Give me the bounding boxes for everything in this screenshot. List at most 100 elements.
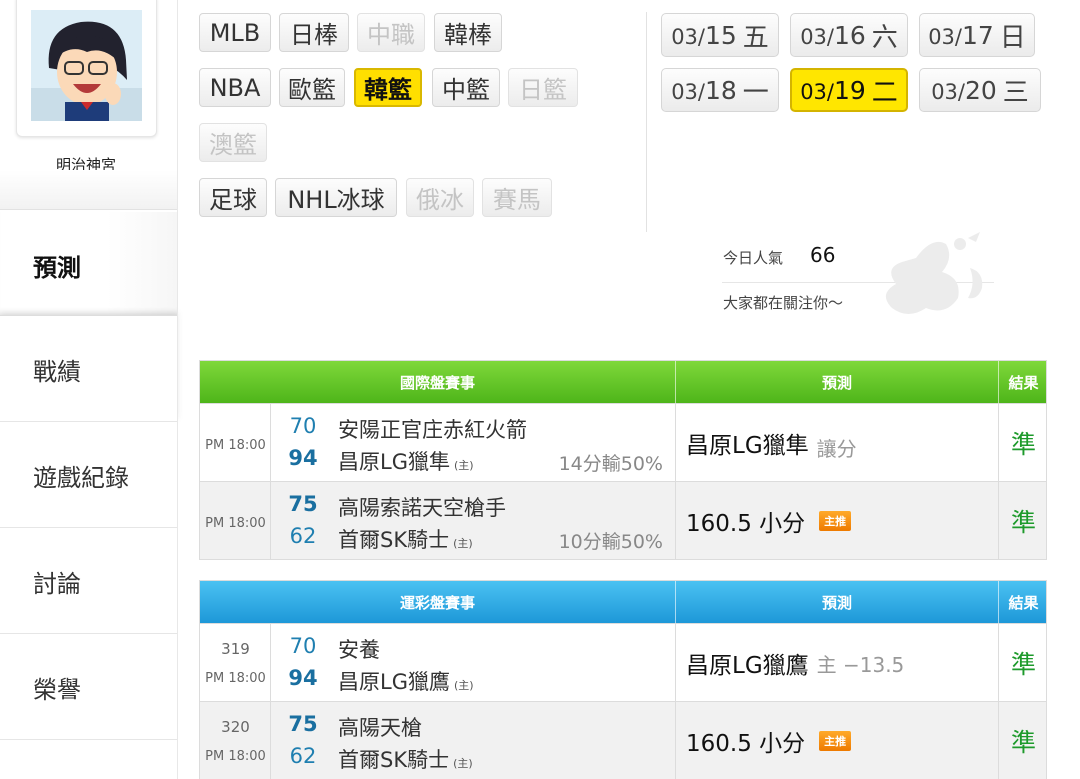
match-teams-cell: 75 高陽索諾天空槍手 62 首爾SK騎士 (主) 10分輸50% (272, 482, 675, 560)
away-team: 安陽正官庄赤紅火箭 (338, 418, 527, 442)
sport-button-japan-basketball[interactable]: 日籃 (508, 68, 578, 107)
result-cell: 準 (998, 702, 1048, 779)
profile-card[interactable] (16, 0, 157, 137)
weekday-label: 二 (871, 77, 898, 108)
result-cell: 準 (998, 404, 1048, 482)
weekday-label: 六 (871, 22, 898, 53)
sport-button-korea-baseball[interactable]: 韓棒 (434, 13, 502, 52)
match-number: 319 (221, 640, 250, 658)
match-time-cell: PM 18:00 (200, 482, 271, 560)
date-label: 03/20 (931, 75, 997, 105)
featured-pick-badge: 主推 (819, 731, 852, 751)
sidebar-item-discuss[interactable]: 討論 (0, 528, 178, 634)
table-row[interactable]: PM 18:00 70 安陽正官庄赤紅火箭 94 昌原LG獵隼 (主) 14分輸5… (200, 403, 1048, 482)
home-tag: (主) (453, 537, 473, 550)
away-team: 高陽天槍 (338, 716, 422, 740)
home-team-wrapper: 首爾SK騎士 (主) (338, 744, 473, 774)
match-time: PM 18:00 (205, 671, 266, 686)
match-teams-cell: 70 安陽正官庄赤紅火箭 94 昌原LG獵隼 (主) 14分輸50% (272, 404, 675, 482)
sport-button-russia-hockey[interactable]: 俄冰 (406, 178, 474, 217)
sidebar-item-honor[interactable]: 榮譽 (0, 634, 178, 740)
match-time: PM 18:00 (205, 438, 266, 453)
table-row[interactable]: 320 PM 18:00 75 高陽天槍 62 首爾SK騎士 (主) 160.5 … (200, 701, 1046, 779)
sport-button-horse-racing[interactable]: 賽馬 (482, 178, 552, 217)
sidebar-item-game-history[interactable]: 遊戲紀錄 (0, 422, 178, 528)
sport-button-mlb[interactable]: MLB (199, 13, 271, 52)
home-tag: (主) (453, 757, 473, 770)
home-score: 62 (289, 744, 317, 768)
prediction-cell: 160.5 小分 主推 (675, 482, 998, 560)
date-divider (646, 12, 647, 232)
date-button-0315[interactable]: 03/15 五 (661, 13, 779, 57)
date-label: 03/15 (671, 20, 737, 50)
date-label: 03/19 (800, 75, 866, 105)
away-score: 75 (288, 712, 318, 736)
weekday-label: 三 (1002, 77, 1029, 108)
featured-pick-badge: 主推 (819, 511, 852, 531)
date-label: 03/16 (800, 20, 866, 50)
handicap-text: 14分輸50% (558, 453, 663, 475)
prediction-cell: 昌原LG獵隼 讓分 (675, 404, 998, 482)
home-team: 昌原LG獵鷹 (338, 670, 450, 694)
column-header-match: 國際盤賽事 (399, 373, 475, 392)
date-button-0318[interactable]: 03/18 一 (661, 68, 779, 112)
result-cell: 準 (998, 624, 1048, 702)
match-time-cell: 320 PM 18:00 (200, 702, 271, 779)
home-score: 62 (289, 524, 317, 548)
match-time: PM 18:00 (205, 749, 266, 764)
home-tag: (主) (453, 459, 474, 472)
weekday-label: 五 (742, 22, 769, 53)
prediction-type: 讓分 (816, 436, 857, 461)
home-team: 首爾SK騎士 (338, 748, 450, 772)
column-header-result: 結果 (998, 361, 1048, 403)
sport-button-korea-basketball[interactable]: 韓籃 (354, 68, 422, 107)
column-header-prediction: 預測 (675, 581, 998, 623)
sport-button-australia-basketball[interactable]: 澳籃 (199, 123, 267, 162)
home-score: 94 (288, 666, 318, 690)
international-odds-table: 國際盤賽事 預測 結果 PM 18:00 70 安陽正官庄赤紅火箭 94 昌原L… (199, 360, 1047, 560)
table-header: 運彩盤賽事 預測 結果 (200, 581, 1046, 623)
home-team-wrapper: 昌原LG獵鷹 (主) (338, 666, 474, 696)
away-score: 70 (289, 414, 317, 438)
home-team-wrapper: 首爾SK騎士 (主) (338, 524, 473, 554)
sidebar-item-predict[interactable]: 預測 (0, 212, 178, 315)
sport-button-nhl-hockey[interactable]: NHL冰球 (275, 178, 397, 217)
sidebar-item-label: 榮譽 (33, 676, 81, 704)
sidebar-item-label: 戰績 (33, 358, 81, 386)
date-button-0316[interactable]: 03/16 六 (790, 13, 908, 57)
lottery-odds-table: 運彩盤賽事 預測 結果 319 PM 18:00 70 安養 94 昌原LG獵鷹… (199, 580, 1047, 779)
prediction-pick: 昌原LG獵隼 (686, 433, 809, 459)
table-row[interactable]: 319 PM 18:00 70 安養 94 昌原LG獵鷹 (主) 昌原LG獵鷹 主… (200, 623, 1048, 702)
sport-button-soccer[interactable]: 足球 (199, 178, 267, 217)
avatar[interactable] (31, 10, 142, 121)
column-header-result: 結果 (998, 581, 1048, 623)
sport-button-nba[interactable]: NBA (199, 68, 271, 107)
prediction-cell: 昌原LG獵鷹 主 −13.5 (675, 624, 998, 702)
sidebar-item-more[interactable] (0, 740, 178, 779)
prediction-pick: 160.5 小分 (686, 731, 806, 757)
weekday-label: 一 (742, 77, 769, 108)
sport-button-cpbl[interactable]: 中職 (357, 13, 425, 52)
match-number: 320 (221, 718, 250, 736)
match-teams-cell: 75 高陽天槍 62 首爾SK騎士 (主) (272, 702, 675, 779)
away-score: 75 (288, 492, 318, 516)
decorative-mascot-icon (872, 228, 1002, 328)
sidebar-item-record[interactable]: 戰績 (0, 315, 178, 422)
table-row[interactable]: PM 18:00 75 高陽索諾天空槍手 62 首爾SK騎士 (主) 10分輸50… (200, 481, 1046, 560)
sport-button-china-basketball[interactable]: 中籃 (432, 68, 500, 107)
date-button-0319[interactable]: 03/19 二 (790, 68, 908, 112)
match-time: PM 18:00 (205, 516, 266, 531)
popularity-label: 今日人氣 (723, 249, 784, 267)
weekday-label: 日 (999, 22, 1026, 53)
away-team: 高陽索諾天空槍手 (338, 496, 506, 520)
date-button-0317[interactable]: 03/17 日 (919, 13, 1035, 57)
date-button-0320[interactable]: 03/20 三 (919, 68, 1041, 112)
sport-button-euro-basketball[interactable]: 歐籃 (279, 68, 345, 107)
date-label: 03/18 (671, 75, 737, 105)
prediction-type: 主 −13.5 (816, 652, 905, 677)
away-team: 安養 (338, 638, 380, 662)
sport-button-japan-baseball[interactable]: 日棒 (279, 13, 349, 52)
match-teams-cell: 70 安養 94 昌原LG獵鷹 (主) (272, 624, 675, 702)
prediction-pick: 160.5 小分 (686, 511, 806, 537)
column-header-match: 運彩盤賽事 (399, 593, 475, 612)
